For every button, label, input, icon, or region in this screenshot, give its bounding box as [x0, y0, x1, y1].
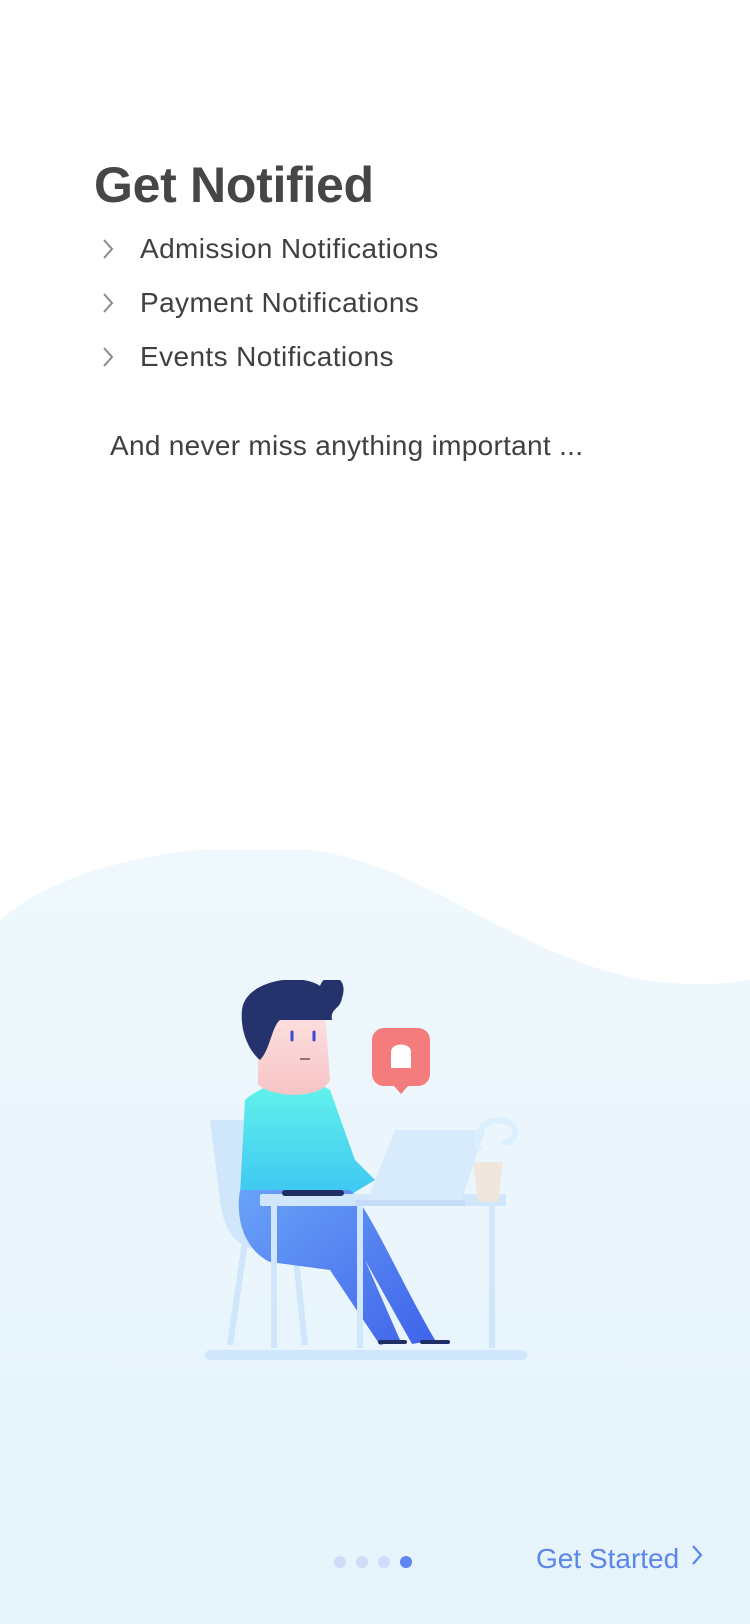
page-dot[interactable] — [378, 1556, 390, 1568]
list-item: Admission Notifications — [100, 222, 439, 276]
chevron-right-icon — [100, 234, 140, 264]
chevron-right-icon — [689, 1542, 705, 1575]
onboarding-screen: Get Notified Admission Notifications Pay… — [0, 0, 750, 1624]
page-dot[interactable] — [334, 1556, 346, 1568]
page-indicator — [334, 1556, 412, 1568]
person-at-laptop-illustration — [205, 980, 527, 1360]
feature-label: Admission Notifications — [140, 233, 439, 264]
get-started-label: Get Started — [536, 1542, 680, 1574]
feature-list: Admission Notifications Payment Notifica… — [100, 222, 439, 384]
feature-label: Payment Notifications — [140, 287, 420, 318]
list-item: Payment Notifications — [100, 276, 439, 330]
feature-label: Events Notifications — [140, 341, 394, 372]
get-started-button[interactable]: Get Started — [536, 1542, 705, 1575]
list-item: Events Notifications — [100, 330, 439, 384]
page-title: Get Notified — [94, 156, 374, 213]
bell-notification-icon — [372, 1028, 430, 1094]
page-dot-active[interactable] — [400, 1556, 412, 1568]
tagline: And never miss anything important ... — [110, 430, 584, 461]
chevron-right-icon — [100, 288, 140, 318]
page-dot[interactable] — [356, 1556, 368, 1568]
chevron-right-icon — [100, 342, 140, 372]
